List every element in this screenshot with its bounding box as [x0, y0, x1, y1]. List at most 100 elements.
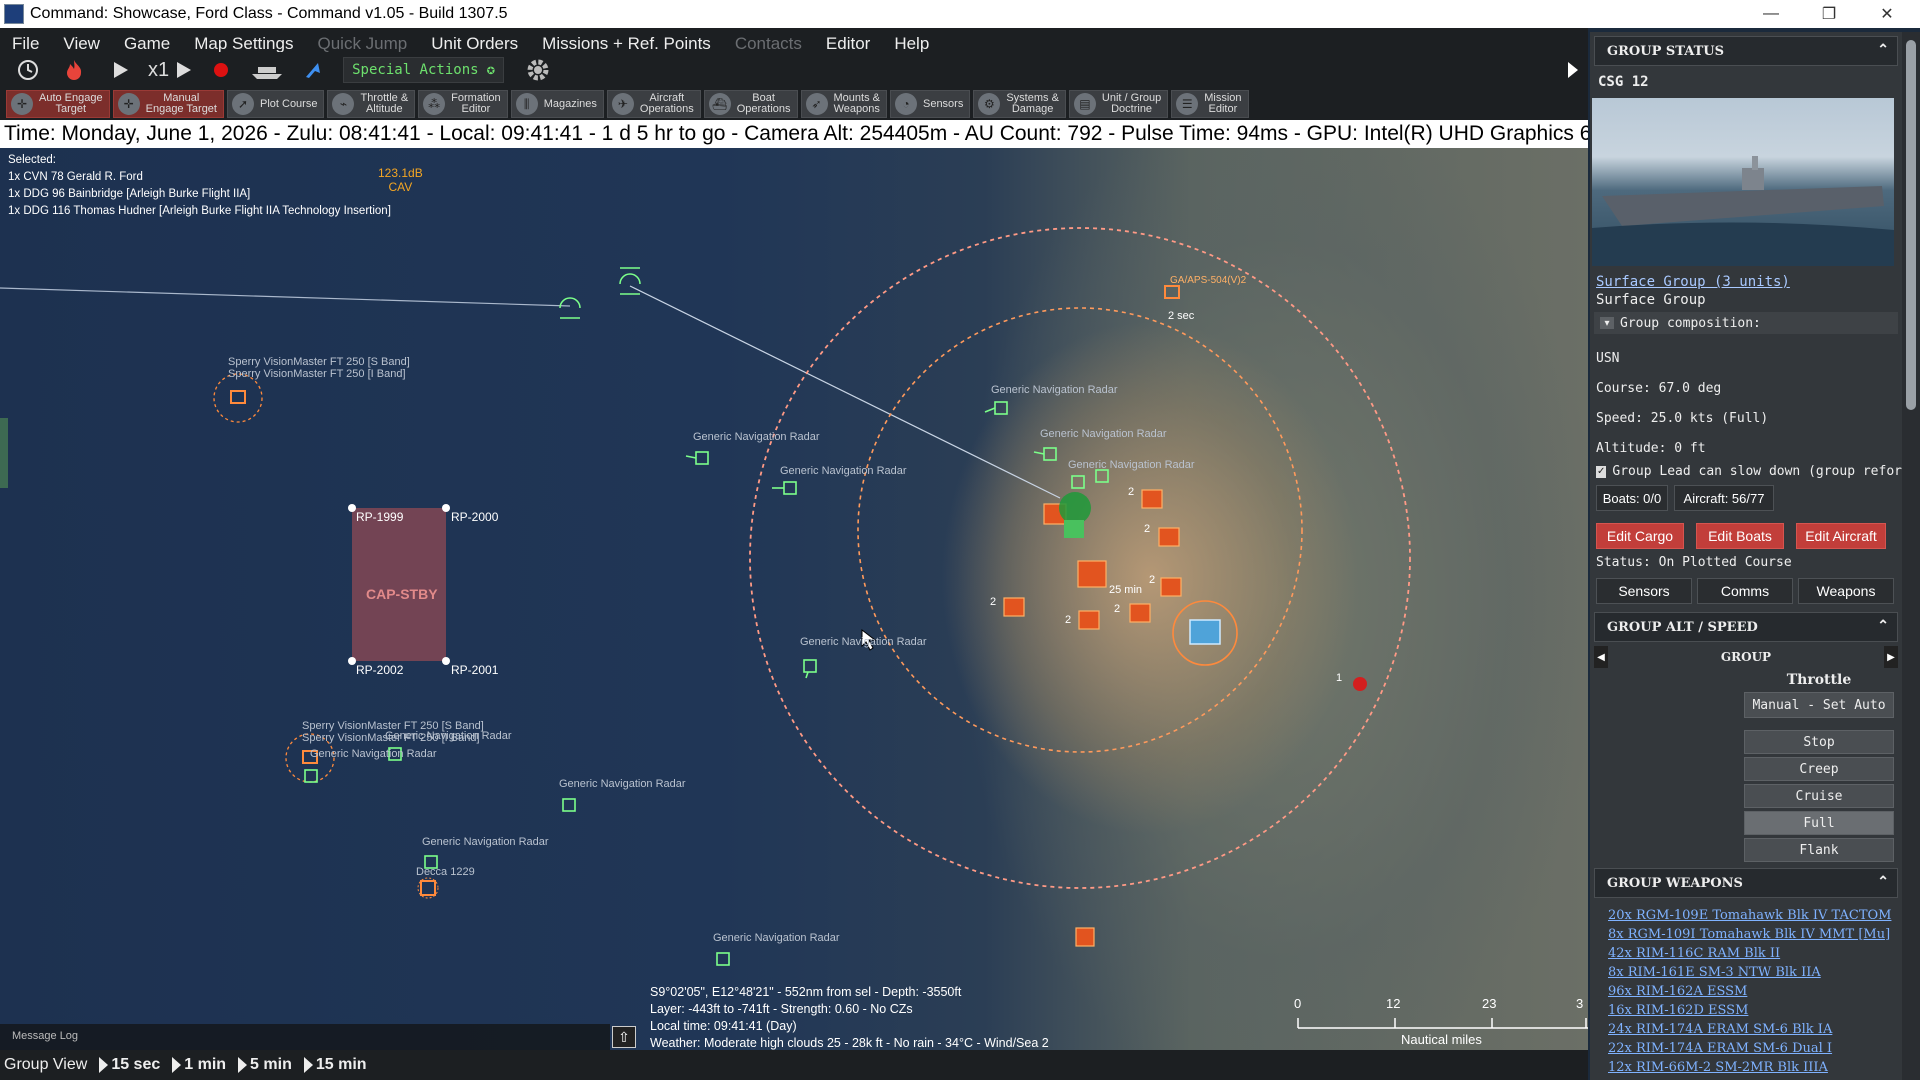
edit-cargo-button[interactable]: Edit Cargo [1596, 523, 1684, 549]
sensors-panel-button[interactable]: Sensors [1596, 578, 1692, 604]
doctrine-button[interactable]: ▤ Unit / Group Doctrine [1068, 90, 1169, 118]
minimize-button[interactable]: — [1742, 0, 1800, 28]
boat-operations-button[interactable]: ⛴ Boat Operations [703, 90, 798, 118]
collapse-chevron-icon[interactable]: ⌃ [1877, 618, 1889, 634]
weapon-item[interactable]: 16x RIM-162D ESSM [1608, 1001, 1902, 1020]
weapon-item[interactable]: 22x RIM-174A ERAM SM-6 Dual I [1608, 1039, 1902, 1058]
menu-game[interactable]: Game [112, 34, 182, 54]
radar-label: Sperry VisionMaster FT 250 [I Band] [228, 368, 406, 380]
facility-marker [1075, 927, 1095, 947]
group-selector: ◀ GROUP ▶ [1594, 646, 1898, 668]
edit-boats-button[interactable]: Edit Boats [1696, 523, 1784, 549]
close-button[interactable]: ✕ [1858, 0, 1916, 28]
throttle-icon: ⌁ [332, 93, 355, 115]
menu-missions[interactable]: Missions + Ref. Points [530, 34, 723, 54]
group-lead-checkbox-row[interactable]: ✓ Group Lead can slow down (group refor [1596, 464, 1902, 479]
group-link[interactable]: Surface Group (3 units) [1596, 274, 1902, 290]
record-icon[interactable] [203, 55, 239, 85]
time-step-15sec[interactable]: 15 sec [99, 1056, 160, 1074]
surface-contact [994, 401, 1008, 415]
play-icon[interactable] [102, 55, 138, 85]
menu-view[interactable]: View [51, 34, 112, 54]
weapon-item[interactable]: 24x RIM-174A ERAM SM-6 Blk IA [1608, 1020, 1902, 1039]
throttle-altitude-button[interactable]: ⌁ Throttle & Altitude [327, 90, 416, 118]
time-step-5min[interactable]: 5 min [238, 1056, 292, 1074]
comms-button[interactable]: Comms [1697, 578, 1793, 604]
scrollbar-thumb[interactable] [1906, 40, 1916, 410]
next-arrow-icon[interactable]: ▶ [1883, 646, 1898, 668]
surface-contact [304, 769, 318, 783]
refpoint-label: RP-1999 [356, 510, 404, 524]
auto-engage-button[interactable]: ✛ Auto Engage Target [6, 90, 110, 118]
speed-full-button[interactable]: Full [1744, 811, 1894, 835]
manual-engage-button[interactable]: ✛ Manual Engage Target [112, 90, 224, 118]
scale-bar [1297, 1018, 1588, 1029]
special-actions-button[interactable]: Special Actions ✪ [343, 57, 504, 83]
count-label: 1 [1336, 672, 1343, 684]
edit-aircraft-button[interactable]: Edit Aircraft [1796, 523, 1886, 549]
tactical-map[interactable]: Selected: 1x CVN 78 Gerald R. Ford 1x DD… [0, 148, 1588, 1050]
time-step-1min[interactable]: 1 min [172, 1056, 226, 1074]
speed-stop-button[interactable]: Stop [1744, 730, 1894, 754]
menu-quick-jump[interactable]: Quick Jump [305, 34, 419, 54]
weapon-item[interactable]: 8x RIM-161E SM-3 NTW Blk IIA [1608, 963, 1902, 982]
group-lead-checkbox[interactable]: ✓ [1596, 465, 1607, 478]
message-log-tab[interactable]: Message Log [0, 1024, 610, 1050]
systems-damage-button[interactable]: ⚙ Systems & Damage [973, 90, 1066, 118]
collapse-chevron-icon[interactable]: ⌃ [1877, 42, 1889, 58]
ship-icon[interactable] [249, 55, 285, 85]
speed-cruise-button[interactable]: Cruise [1744, 784, 1894, 808]
surface-contact [716, 952, 730, 966]
menu-help[interactable]: Help [882, 34, 941, 54]
weapon-item[interactable]: 12x RIM-66M-2 SM-2MR Blk IIIA [1608, 1058, 1902, 1077]
panel-collapse-arrow-icon[interactable] [1558, 52, 1588, 88]
collapse-chevron-icon[interactable]: ⌃ [1877, 874, 1889, 890]
menu-editor[interactable]: Editor [814, 34, 882, 54]
mission-editor-button[interactable]: ☰ Mission Editor [1171, 90, 1249, 118]
menu-contacts[interactable]: Contacts [723, 34, 814, 54]
cursor-info: S9°02'05", E12°48'21" - 552nm from sel -… [650, 985, 1049, 1050]
time-step-15min[interactable]: 15 min [304, 1056, 367, 1074]
weapon-item[interactable]: 42x RIM-116C RAM Blk II [1608, 944, 1902, 963]
plot-course-button[interactable]: ➚ Plot Course [226, 90, 325, 118]
group-status-header[interactable]: GROUP STATUS ⌃ [1594, 36, 1898, 66]
side-handle[interactable] [0, 418, 8, 488]
manual-auto-button[interactable]: Manual - Set Auto [1744, 692, 1894, 718]
group-composition-row[interactable]: ▾ Group composition: [1594, 312, 1898, 334]
prev-arrow-icon[interactable]: ◀ [1594, 646, 1608, 668]
sensors-button[interactable]: ◔ Sensors [889, 90, 971, 118]
mounts-weapons-button[interactable]: ➶ Mounts & Weapons [800, 90, 887, 118]
expand-icon[interactable]: ▾ [1600, 317, 1614, 329]
menu-file[interactable]: File [0, 34, 51, 54]
group-weapons-header[interactable]: GROUP WEAPONS ⌃ [1594, 868, 1898, 898]
weapon-item[interactable]: 8x RGM-109I Tomahawk Blk IV MMT [Mu] [1608, 925, 1902, 944]
settings-gear-icon[interactable] [520, 55, 556, 85]
group-type: Surface Group [1596, 292, 1706, 308]
app-icon [4, 4, 24, 24]
speed-creep-button[interactable]: Creep [1744, 757, 1894, 781]
panel-scrollbar[interactable] [1902, 32, 1920, 1080]
pointer-icon[interactable] [295, 55, 331, 85]
sensor-comms-weapons: Sensors Comms Weapons [1596, 578, 1902, 604]
course-label: Course: 67.0 deg [1596, 381, 1722, 396]
menu-map-settings[interactable]: Map Settings [182, 34, 305, 54]
speed-indicator[interactable]: x1 [148, 55, 193, 85]
weapon-item[interactable]: 96x RIM-162A ESSM [1608, 982, 1902, 1001]
selected-unit: 1x DDG 96 Bainbridge [Arleigh Burke Flig… [8, 188, 251, 200]
weapon-item[interactable]: 20x RGM-109E Tomahawk Blk IV TACTOM [1608, 906, 1902, 925]
group-alt-speed-header[interactable]: GROUP ALT / SPEED ⌃ [1594, 612, 1898, 642]
count-label: 2 [1149, 574, 1156, 586]
formation-editor-button[interactable]: ⁂ Formation Editor [418, 90, 508, 118]
speed-flank-button[interactable]: Flank [1744, 838, 1894, 862]
flame-icon[interactable] [56, 55, 92, 85]
count-label: 2 [1114, 603, 1121, 615]
aircraft-operations-button[interactable]: ✈ Aircraft Operations [606, 90, 701, 118]
clock-icon[interactable] [10, 55, 46, 85]
menu-unit-orders[interactable]: Unit Orders [419, 34, 530, 54]
mission-icon: ☰ [1176, 93, 1199, 115]
maximize-button[interactable]: ❐ [1800, 0, 1858, 28]
surface-contact [783, 481, 797, 495]
weapons-button[interactable]: Weapons [1798, 578, 1894, 604]
magazines-button[interactable]: ⫼ Magazines [510, 90, 604, 118]
up-arrow-icon[interactable]: ⇧ [612, 1026, 636, 1048]
